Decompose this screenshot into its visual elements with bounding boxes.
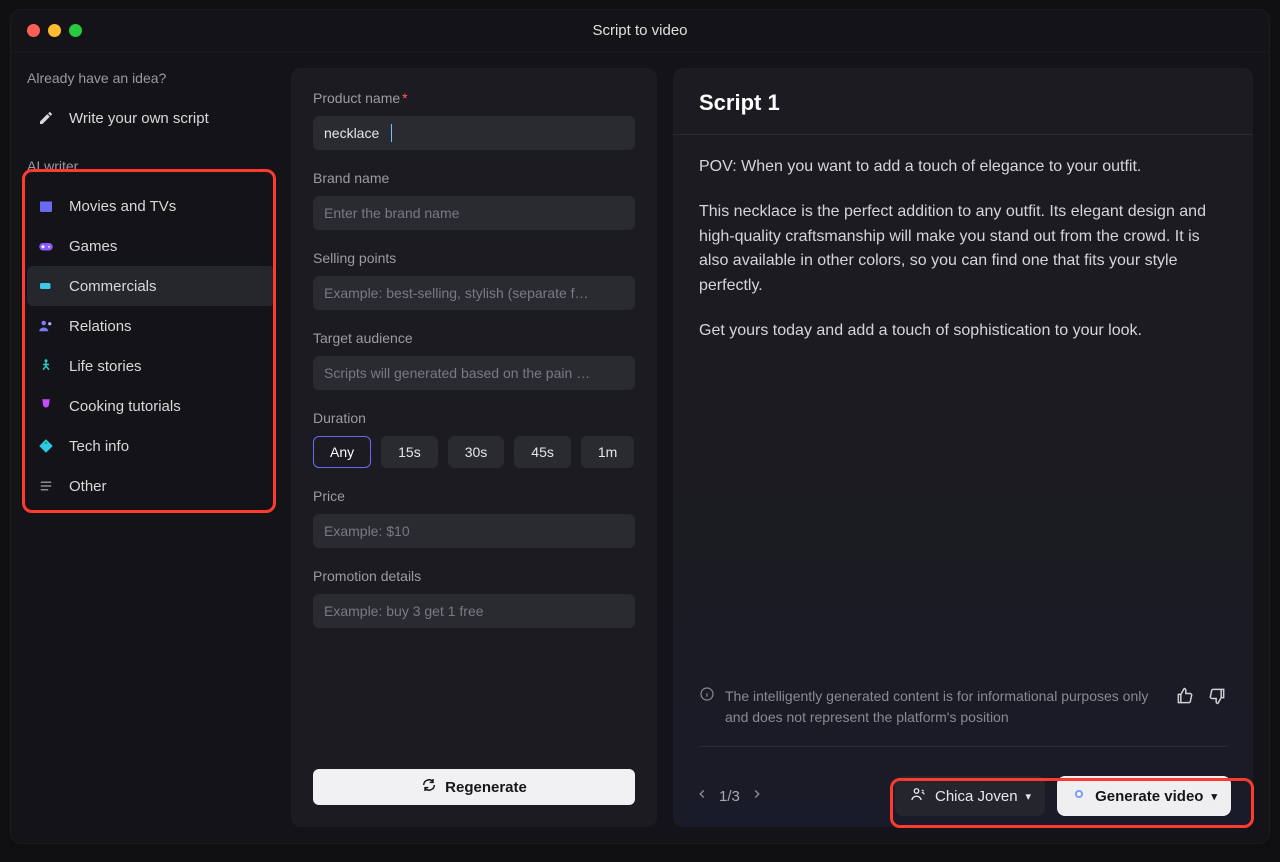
megaphone-icon [37,277,55,295]
script-body: POV: When you want to add a touch of ele… [673,135,1253,655]
window-controls [27,24,82,37]
minimize-window-button[interactable] [48,24,61,37]
sidebar-item-relations[interactable]: Relations [27,306,275,346]
script-paragraph: POV: When you want to add a touch of ele… [699,155,1227,180]
sidebar-item-label: Write your own script [69,110,209,127]
sidebar-heading-ai: AI writer [27,158,275,174]
regenerate-button[interactable]: Regenerate [313,769,635,805]
next-script-button[interactable] [750,787,764,805]
duration-any[interactable]: Any [313,436,371,468]
sparkle-icon [1071,786,1087,806]
list-icon [37,477,55,495]
sidebar-item-label: Tech info [69,438,129,455]
promo-label: Promotion details [313,568,635,584]
sidebar-item-label: Other [69,478,107,495]
chevron-down-icon: ▾ [1211,790,1217,803]
people-icon [37,317,55,335]
generate-video-button[interactable]: Generate video ▾ [1057,776,1231,816]
duration-options: Any 15s 30s 45s 1m [313,436,635,468]
app-window: Script to video Already have an idea? Wr… [10,9,1270,844]
clapperboard-icon [37,197,55,215]
thumbs-up-icon[interactable] [1175,686,1195,712]
target-audience-label: Target audience [313,330,635,346]
dance-icon [37,357,55,375]
sidebar-item-movies-tvs[interactable]: Movies and TVs [27,186,275,226]
sidebar-item-games[interactable]: Games [27,226,275,266]
sidebar-item-commercials[interactable]: Commercials [27,266,275,306]
selling-points-label: Selling points [313,250,635,266]
tag-icon [37,437,55,455]
duration-1m[interactable]: 1m [581,436,634,468]
prev-script-button[interactable] [695,787,709,805]
pager-text: 1/3 [719,788,740,805]
main-body: Already have an idea? Write your own scr… [11,52,1269,843]
avatar-icon [909,785,927,807]
disclaimer: The intelligently generated content is f… [699,686,1227,747]
sidebar: Already have an idea? Write your own scr… [27,68,275,827]
sidebar-item-label: Cooking tutorials [69,398,181,415]
product-name-input[interactable] [313,116,635,150]
avatar-select-button[interactable]: Chica Joven ▾ [895,776,1045,816]
refresh-icon [421,777,437,797]
brand-name-input[interactable] [313,196,635,230]
close-window-button[interactable] [27,24,40,37]
script-panel: Script 1 POV: When you want to add a tou… [673,68,1253,827]
sidebar-item-tech-info[interactable]: Tech info [27,426,275,466]
pencil-icon [37,109,55,127]
wine-glass-icon [37,397,55,415]
selling-points-input[interactable] [313,276,635,310]
info-icon [699,686,715,708]
script-paragraph: Get yours today and add a touch of sophi… [699,319,1227,344]
duration-30s[interactable]: 30s [448,436,505,468]
script-title: Script 1 [673,68,1253,135]
gamepad-icon [37,237,55,255]
sidebar-item-write-own[interactable]: Write your own script [27,98,275,138]
sidebar-heading-idea: Already have an idea? [27,70,275,86]
brand-name-label: Brand name [313,170,635,186]
feedback-buttons [1175,686,1227,712]
script-pager: 1/3 [695,787,764,805]
sidebar-item-label: Movies and TVs [69,198,176,215]
sidebar-item-label: Life stories [69,358,142,375]
promo-input[interactable] [313,594,635,628]
text-caret [391,124,392,142]
chevron-down-icon: ▾ [1026,790,1032,803]
duration-15s[interactable]: 15s [381,436,438,468]
duration-45s[interactable]: 45s [514,436,571,468]
thumbs-down-icon[interactable] [1207,686,1227,712]
target-audience-input[interactable] [313,356,635,390]
script-paragraph: This necklace is the perfect addition to… [699,200,1227,299]
price-input[interactable] [313,514,635,548]
sidebar-item-other[interactable]: Other [27,466,275,506]
maximize-window-button[interactable] [69,24,82,37]
sidebar-item-label: Games [69,238,117,255]
sidebar-item-label: Relations [69,318,132,335]
titlebar: Script to video [11,10,1269,52]
sidebar-item-label: Commercials [69,278,157,295]
price-label: Price [313,488,635,504]
sidebar-item-life-stories[interactable]: Life stories [27,346,275,386]
script-footer: 1/3 Chica Joven ▾ [673,765,1253,827]
duration-label: Duration [313,410,635,426]
sidebar-item-cooking[interactable]: Cooking tutorials [27,386,275,426]
form-panel: Product name* Brand name Selling points … [291,68,657,827]
window-title: Script to video [11,22,1269,39]
product-name-label: Product name* [313,90,635,106]
